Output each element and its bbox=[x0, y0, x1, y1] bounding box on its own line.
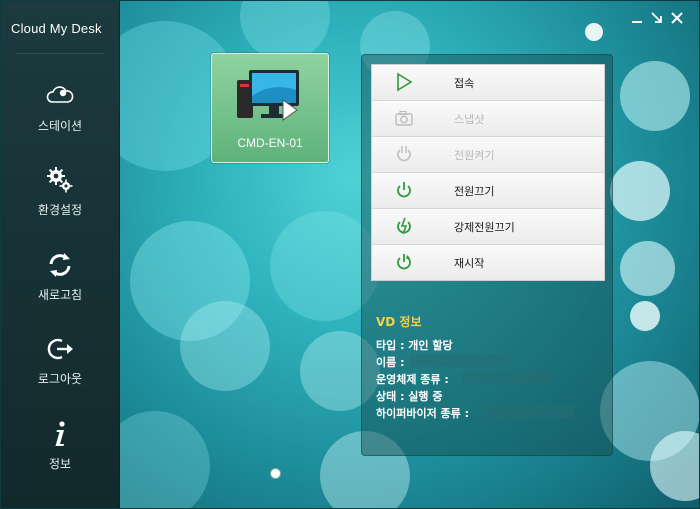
power-on-icon bbox=[397, 146, 411, 162]
sidebar-item-logout[interactable]: 로그아웃 bbox=[1, 334, 119, 414]
app-window: Cloud My Desk 스테이션 환경설정 새로고침 로그아웃 정보 CMD… bbox=[0, 0, 700, 509]
sidebar-item-refresh[interactable]: 새로고침 bbox=[1, 250, 119, 330]
gear-icon bbox=[47, 167, 73, 193]
menu-item-label: 재시작 bbox=[454, 257, 485, 270]
menu-item-snapshot[interactable]: 스냅샷 bbox=[372, 101, 604, 137]
bokeh-bubble bbox=[630, 301, 660, 331]
vm-action-panel: 접속 스냅샷 전원켜기 전원끄기 강제전원끄기 재시작 VD 정보 타입: 개… bbox=[361, 54, 613, 456]
vd-info-type: 타입 : 개인 할당 bbox=[376, 339, 453, 352]
brand-divider bbox=[15, 53, 105, 54]
page-indicator-dot[interactable] bbox=[270, 468, 281, 479]
redacted-value bbox=[462, 371, 552, 384]
brand-title: Cloud My Desk bbox=[11, 21, 102, 36]
play-icon bbox=[397, 72, 413, 92]
menu-item-power-off[interactable]: 전원끄기 bbox=[372, 173, 604, 209]
cloud-station-icon bbox=[46, 86, 74, 103]
vm-name: CMD-EN-01 bbox=[237, 136, 303, 150]
camera-icon bbox=[395, 110, 413, 126]
menu-item-connect[interactable]: 접속 bbox=[372, 65, 604, 101]
force-power-off-icon bbox=[397, 217, 411, 235]
sidebar-item-info[interactable]: 정보 bbox=[1, 419, 119, 499]
vd-info-os: 운영체제 종류 : bbox=[376, 373, 449, 386]
bokeh-bubble bbox=[240, 1, 330, 61]
refresh-icon bbox=[49, 253, 71, 277]
bokeh-bubble bbox=[180, 301, 270, 391]
redacted-value bbox=[410, 354, 510, 367]
sidebar-item-label: 스테이션 bbox=[37, 119, 83, 133]
vd-info-hypervisor: 하이퍼바이저 종류 : bbox=[376, 407, 470, 420]
menu-item-label: 스냅샷 bbox=[454, 113, 485, 126]
bokeh-bubble bbox=[620, 241, 675, 296]
vd-info-name: 이름 : bbox=[376, 356, 405, 369]
sidebar-item-station[interactable]: 스테이션 bbox=[1, 81, 119, 161]
sidebar-item-label: 새로고침 bbox=[37, 288, 83, 302]
sidebar: Cloud My Desk 스테이션 환경설정 새로고침 로그아웃 정보 bbox=[1, 1, 120, 508]
bokeh-bubble bbox=[620, 61, 690, 131]
vm-tile[interactable]: CMD-EN-01 bbox=[211, 53, 329, 163]
restart-icon bbox=[397, 254, 411, 270]
logout-icon bbox=[47, 338, 73, 360]
minimize-icon[interactable] bbox=[630, 11, 644, 25]
main-area: CMD-EN-01 접속 스냅샷 전원켜기 전원끄기 강제전원끄기 재시작 VD… bbox=[120, 1, 699, 508]
menu-item-power-on[interactable]: 전원켜기 bbox=[372, 137, 604, 173]
menu-item-label: 접속 bbox=[454, 77, 475, 90]
sidebar-item-label: 로그아웃 bbox=[37, 372, 83, 386]
power-off-icon bbox=[397, 182, 411, 198]
vd-info-title: VD 정보 bbox=[376, 315, 422, 329]
close-icon[interactable] bbox=[670, 11, 684, 25]
menu-item-label: 강제전원끄기 bbox=[454, 221, 515, 234]
vm-action-menu: 접속 스냅샷 전원켜기 전원끄기 강제전원끄기 재시작 bbox=[371, 64, 605, 281]
sidebar-item-label: 정보 bbox=[48, 457, 72, 471]
sidebar-item-settings[interactable]: 환경설정 bbox=[1, 165, 119, 245]
restore-icon[interactable] bbox=[650, 11, 664, 25]
menu-item-label: 전원끄기 bbox=[454, 185, 495, 198]
desktop-computer-icon bbox=[237, 70, 299, 121]
bokeh-bubble bbox=[585, 23, 603, 41]
menu-item-restart[interactable]: 재시작 bbox=[372, 245, 604, 280]
menu-item-force-power-off[interactable]: 강제전원끄기 bbox=[372, 209, 604, 245]
vd-info-status: 상태 : 실행 중 bbox=[376, 390, 443, 403]
bokeh-bubble bbox=[610, 161, 670, 221]
menu-item-label: 전원켜기 bbox=[454, 149, 495, 162]
sidebar-item-label: 환경설정 bbox=[37, 203, 83, 217]
redacted-value bbox=[482, 405, 574, 418]
info-icon bbox=[55, 421, 65, 446]
bokeh-bubble bbox=[120, 411, 210, 508]
